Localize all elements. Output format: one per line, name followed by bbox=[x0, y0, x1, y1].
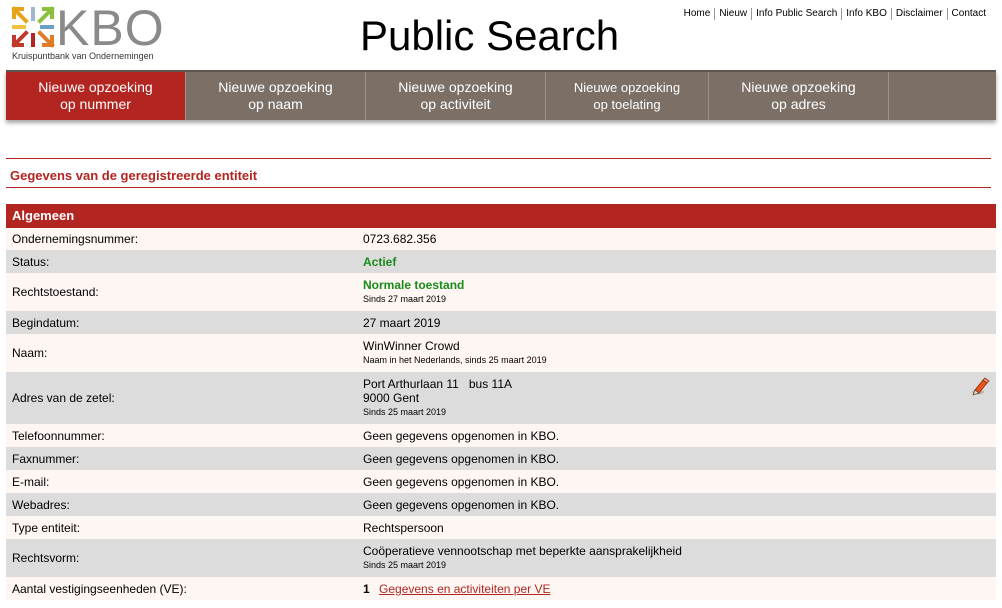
toplink-info-kbo[interactable]: Info KBO bbox=[841, 8, 891, 20]
address-street: Port Arthurlaan 11 bbox=[363, 377, 459, 391]
entity-name-since: Naam in het Nederlands, sinds 25 maart 2… bbox=[363, 355, 547, 365]
divider bbox=[6, 187, 991, 188]
address-bus: bus 11A bbox=[468, 377, 513, 391]
legal-situation-value: Normale toestand bbox=[363, 278, 465, 292]
establishment-count: 1 bbox=[363, 581, 370, 596]
row-label: Rechtsvorm: bbox=[12, 551, 80, 565]
toplink-contact[interactable]: Contact bbox=[946, 8, 990, 20]
row-label: Begindatum: bbox=[12, 315, 80, 330]
entity-details-table: Algemeen Ondernemingsnummer: 0723.682.35… bbox=[6, 204, 996, 600]
section-title: Gegevens van de geregistreerde entiteit bbox=[10, 168, 258, 183]
table-row: Telefoonnummer: Geen gegevens opgenomen … bbox=[6, 424, 996, 447]
tab-line2: op naam bbox=[248, 96, 303, 112]
entity-type: Rechtspersoon bbox=[363, 520, 444, 535]
table-row: Ondernemingsnummer: 0723.682.356 bbox=[6, 228, 996, 250]
table-row: Adres van de zetel: Port Arthurlaan 11 b… bbox=[6, 372, 996, 424]
legal-form: Coöperatieve vennootschap met beperkte a… bbox=[363, 544, 682, 558]
address-city: 9000 Gent bbox=[363, 391, 420, 405]
table-row: Naam: WinWinner Crowd Naam in het Nederl… bbox=[6, 334, 996, 372]
address-since: Sinds 25 maart 2019 bbox=[363, 407, 447, 417]
table-row: Begindatum: 27 maart 2019 bbox=[6, 311, 996, 334]
fax-value: Geen gegevens opgenomen in KBO. bbox=[363, 451, 560, 466]
page-title: Public Search bbox=[360, 12, 620, 59]
table-row: Aantal vestigingseenheden (VE): 1 Gegeve… bbox=[6, 577, 996, 600]
tab-op-toelating[interactable]: Nieuwe opzoeking op toelating bbox=[546, 72, 709, 120]
tab-line1: Nieuwe opzoeking bbox=[398, 79, 513, 95]
table-row: Type entiteit: Rechtspersoon bbox=[6, 516, 996, 539]
tab-line2: op nummer bbox=[60, 96, 131, 112]
toplink-info-public-search[interactable]: Info Public Search bbox=[751, 8, 841, 20]
divider bbox=[6, 158, 991, 159]
tab-line1: Nieuwe opzoeking bbox=[741, 79, 856, 95]
tab-line1: Nieuwe opzoeking bbox=[38, 79, 153, 95]
table-row: E-mail: Geen gegevens opgenomen in KBO. bbox=[6, 470, 996, 493]
row-label: Adres van de zetel: bbox=[12, 391, 115, 405]
row-label: Ondernemingsnummer: bbox=[12, 232, 139, 246]
tab-line1: Nieuwe opzoeking bbox=[573, 80, 681, 95]
header: KBO Kruispuntbank van Ondernemingen Publ… bbox=[0, 0, 1002, 70]
tab-line2: op adres bbox=[771, 96, 826, 112]
table-row: Status: Actief bbox=[6, 250, 996, 273]
table-header: Algemeen bbox=[6, 204, 996, 228]
legal-situation-since: Sinds 27 maart 2019 bbox=[363, 294, 447, 304]
search-nav: Nieuwe opzoeking op nummer Nieuwe opzoek… bbox=[6, 70, 996, 120]
tab-op-nummer[interactable]: Nieuwe opzoeking op nummer bbox=[6, 72, 186, 120]
toplink-disclaimer[interactable]: Disclaimer bbox=[890, 8, 947, 20]
row-label: Rechtstoestand: bbox=[12, 285, 99, 299]
legal-form-since: Sinds 25 maart 2019 bbox=[363, 560, 447, 570]
edit-pencil-icon[interactable] bbox=[970, 376, 990, 396]
tab-op-naam[interactable]: Nieuwe opzoeking op naam bbox=[186, 72, 366, 120]
establishment-details-link[interactable]: Gegevens en activiteiten per VE bbox=[379, 582, 550, 596]
top-links: Home Nieuw Info Public Search Info KBO D… bbox=[680, 8, 990, 20]
row-label: Telefoonnummer: bbox=[12, 428, 105, 443]
table-row: Rechtsvorm: Coöperatieve vennootschap me… bbox=[6, 539, 996, 577]
logo-subtitle: Kruispuntbank van Ondernemingen bbox=[12, 51, 154, 61]
tab-line1: Nieuwe opzoeking bbox=[218, 79, 333, 95]
row-label: Status: bbox=[12, 254, 50, 269]
entity-name: WinWinner Crowd bbox=[363, 339, 460, 353]
kbo-arrows-logo-icon bbox=[11, 6, 55, 48]
tab-op-activiteit[interactable]: Nieuwe opzoeking op activiteit bbox=[366, 72, 546, 120]
toplink-nieuw[interactable]: Nieuw bbox=[714, 8, 751, 20]
toplink-home[interactable]: Home bbox=[680, 8, 715, 20]
enterprise-number: 0723.682.356 bbox=[363, 232, 437, 246]
kbo-logo[interactable]: KBO Kruispuntbank van Ondernemingen bbox=[10, 0, 170, 63]
row-label: Faxnummer: bbox=[12, 451, 80, 466]
row-label: Type entiteit: bbox=[12, 520, 81, 535]
start-date: 27 maart 2019 bbox=[363, 315, 441, 330]
table-row: Rechtstoestand: Normale toestand Sinds 2… bbox=[6, 273, 996, 311]
email-value: Geen gegevens opgenomen in KBO. bbox=[363, 474, 560, 489]
logo-letters: KBO bbox=[56, 0, 165, 56]
row-label: Webadres: bbox=[12, 497, 70, 512]
row-label: Naam: bbox=[12, 346, 48, 360]
status-value: Actief bbox=[363, 254, 397, 269]
tab-op-adres[interactable]: Nieuwe opzoeking op adres bbox=[709, 72, 889, 120]
web-value: Geen gegevens opgenomen in KBO. bbox=[363, 497, 560, 512]
tab-line2: op activiteit bbox=[420, 96, 491, 112]
phone-value: Geen gegevens opgenomen in KBO. bbox=[363, 428, 560, 443]
row-label: Aantal vestigingseenheden (VE): bbox=[12, 581, 187, 596]
table-row: Webadres: Geen gegevens opgenomen in KBO… bbox=[6, 493, 996, 516]
tab-line2: op toelating bbox=[593, 97, 661, 112]
row-label: E-mail: bbox=[12, 474, 50, 489]
table-row: Faxnummer: Geen gegevens opgenomen in KB… bbox=[6, 447, 996, 470]
